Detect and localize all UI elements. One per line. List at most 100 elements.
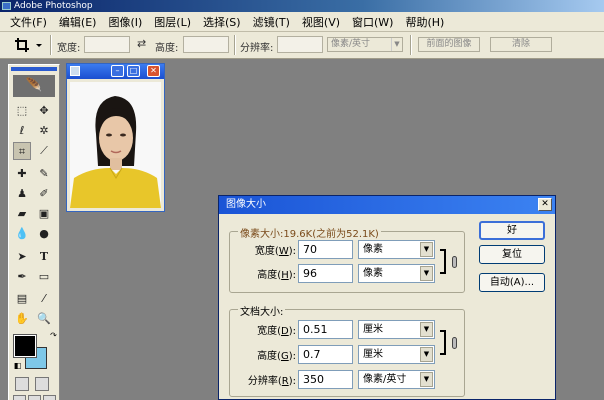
eraser-icon[interactable]: ▰ [13, 205, 31, 223]
slice-icon[interactable]: ⟋ [35, 142, 53, 160]
crop-icon [15, 38, 42, 52]
menu-window[interactable]: 窗口(W) [346, 14, 399, 30]
feather-logo-icon[interactable]: 🪶 [13, 75, 55, 97]
screen-mode-standard-button[interactable] [13, 395, 26, 400]
document-title-bar[interactable]: – □ ✕ [67, 64, 164, 79]
photoshop-logo-icon [2, 2, 11, 10]
option-resolution-unit-select[interactable]: 像素/英寸 ▼ [327, 37, 403, 52]
pixel-width-unit-value: 像素 [363, 244, 383, 255]
pixel-width-input[interactable]: 70 [298, 240, 353, 259]
doc-width-unit-select[interactable]: 厘米 ▼ [358, 320, 435, 339]
swap-arrows-icon[interactable]: ⇄ [137, 37, 146, 50]
toolbox: 🪶 ⬚ ✥ ℓ ✲ ⌗ ⟋ ✚ ✎ ♟ ✐ ▰ ▣ 💧 ● ➤ T ✒ ▭ ▤ … [8, 64, 60, 400]
option-resolution-field[interactable] [277, 36, 323, 53]
notes-icon[interactable]: ▤ [13, 290, 31, 308]
chevron-down-icon: ▼ [420, 372, 433, 387]
image-size-dialog: 图像大小 ✕ 像素大小:19.6K(之前为52.1K) 宽度(W): 70 像素… [218, 195, 556, 400]
screen-mode-full-button[interactable] [43, 395, 56, 400]
menu-filter[interactable]: 滤镜(T) [247, 14, 296, 30]
blur-icon[interactable]: 💧 [13, 225, 31, 243]
gradient-icon[interactable]: ▣ [35, 205, 53, 223]
lasso-icon[interactable]: ℓ [13, 122, 31, 140]
doc-width-input[interactable]: 0.51 [298, 320, 353, 339]
magic-wand-icon[interactable]: ✲ [35, 122, 53, 140]
menu-bar: 文件(F) 编辑(E) 图像(I) 图层(L) 选择(S) 滤镜(T) 视图(V… [0, 12, 604, 32]
foreground-color-swatch[interactable] [13, 334, 37, 358]
options-separator [410, 35, 412, 55]
pixel-height-input[interactable]: 96 [298, 264, 353, 283]
menu-layer[interactable]: 图层(L) [148, 14, 197, 30]
doc-height-unit-value: 厘米 [363, 349, 383, 360]
clear-button[interactable]: 清除 [490, 37, 552, 52]
menu-edit[interactable]: 编辑(E) [53, 14, 103, 30]
app-title-bar: Adobe Photoshop [0, 0, 604, 12]
menu-file[interactable]: 文件(F) [4, 14, 53, 30]
option-resolution-label: 分辨率: [240, 43, 274, 54]
heal-icon[interactable]: ✚ [13, 165, 31, 183]
default-colors-icon[interactable]: ◧ [13, 361, 22, 370]
menu-select[interactable]: 选择(S) [197, 14, 247, 30]
marquee-icon[interactable]: ⬚ [13, 102, 31, 120]
minimize-button[interactable]: – [111, 65, 124, 77]
chevron-down-icon: ▼ [391, 38, 402, 51]
toolbox-grip[interactable] [11, 67, 57, 71]
dialog-title: 图像大小 [226, 199, 266, 210]
tool-preset-picker[interactable] [14, 37, 44, 53]
options-bar: 宽度: ⇄ 高度: 分辨率: 像素/英寸 ▼ 前面的图像 清除 [0, 32, 604, 59]
zoom-icon[interactable]: 🔍 [35, 310, 53, 328]
doc-width-unit-value: 厘米 [363, 324, 383, 335]
menu-view[interactable]: 视图(V) [296, 14, 346, 30]
pixel-height-label: 高度(H): [257, 270, 296, 281]
standard-mode-button[interactable] [15, 377, 29, 391]
chevron-down-icon: ▼ [420, 322, 433, 337]
chevron-down-icon: ▼ [420, 266, 433, 281]
reset-button[interactable]: 复位 [479, 245, 545, 264]
menu-help[interactable]: 帮助(H) [399, 14, 450, 30]
doc-height-unit-select[interactable]: 厘米 ▼ [358, 345, 435, 364]
auto-button[interactable]: 自动(A)... [479, 273, 545, 292]
doc-height-input[interactable]: 0.7 [298, 345, 353, 364]
history-brush-icon[interactable]: ✐ [35, 185, 53, 203]
maximize-button[interactable]: □ [127, 65, 140, 77]
move-icon[interactable]: ✥ [35, 102, 53, 120]
menu-image[interactable]: 图像(I) [102, 14, 148, 30]
resolution-label: 分辨率(R): [247, 376, 296, 387]
pixel-width-unit-select[interactable]: 像素 ▼ [358, 240, 435, 259]
constrain-bracket [440, 249, 446, 274]
resolution-unit-select[interactable]: 像素/英寸 ▼ [358, 370, 435, 389]
option-width-field[interactable] [84, 36, 130, 53]
pixel-height-unit-select[interactable]: 像素 ▼ [358, 264, 435, 283]
document-window[interactable]: – □ ✕ [66, 63, 165, 212]
pixel-dimensions-label: 像素大小:19.6K(之前为52.1K) [238, 225, 381, 240]
option-height-field[interactable] [183, 36, 229, 53]
option-height-label: 高度: [155, 43, 179, 54]
shape-icon[interactable]: ▭ [35, 268, 53, 286]
type-icon[interactable]: T [35, 248, 53, 266]
path-select-icon[interactable]: ➤ [13, 248, 31, 266]
crop-icon[interactable]: ⌗ [13, 142, 31, 160]
document-size-group: 文档大小: 宽度(D): 0.51 厘米 ▼ 高度(G): 0.7 厘米 ▼ 分… [229, 303, 465, 397]
resolution-input[interactable]: 350 [298, 370, 353, 389]
options-separator [234, 35, 236, 55]
document-size-label: 文档大小: [238, 303, 286, 318]
close-button[interactable]: ✕ [147, 65, 160, 77]
ok-button[interactable]: 好 [479, 221, 545, 240]
quick-mask-mode-button[interactable] [35, 377, 49, 391]
eyedropper-icon[interactable]: ⁄ [35, 290, 53, 308]
app-title: Adobe Photoshop [14, 1, 93, 11]
pen-icon[interactable]: ✒ [13, 268, 31, 286]
portrait-photo [70, 82, 161, 208]
doc-constrain-bracket [440, 330, 446, 355]
stamp-icon[interactable]: ♟ [13, 185, 31, 203]
pixel-height-unit-value: 像素 [363, 268, 383, 279]
dodge-icon[interactable]: ● [35, 225, 53, 243]
screen-mode-full-menu-button[interactable] [28, 395, 41, 400]
front-image-button[interactable]: 前面的图像 [418, 37, 480, 52]
chain-link-icon [452, 337, 457, 349]
options-separator [50, 35, 52, 55]
dialog-close-button[interactable]: ✕ [538, 198, 552, 211]
swap-colors-icon[interactable]: ↷ [49, 331, 58, 340]
hand-icon[interactable]: ✋ [13, 310, 31, 328]
brush-icon[interactable]: ✎ [35, 165, 53, 183]
dialog-title-bar[interactable]: 图像大小 ✕ [219, 196, 555, 214]
